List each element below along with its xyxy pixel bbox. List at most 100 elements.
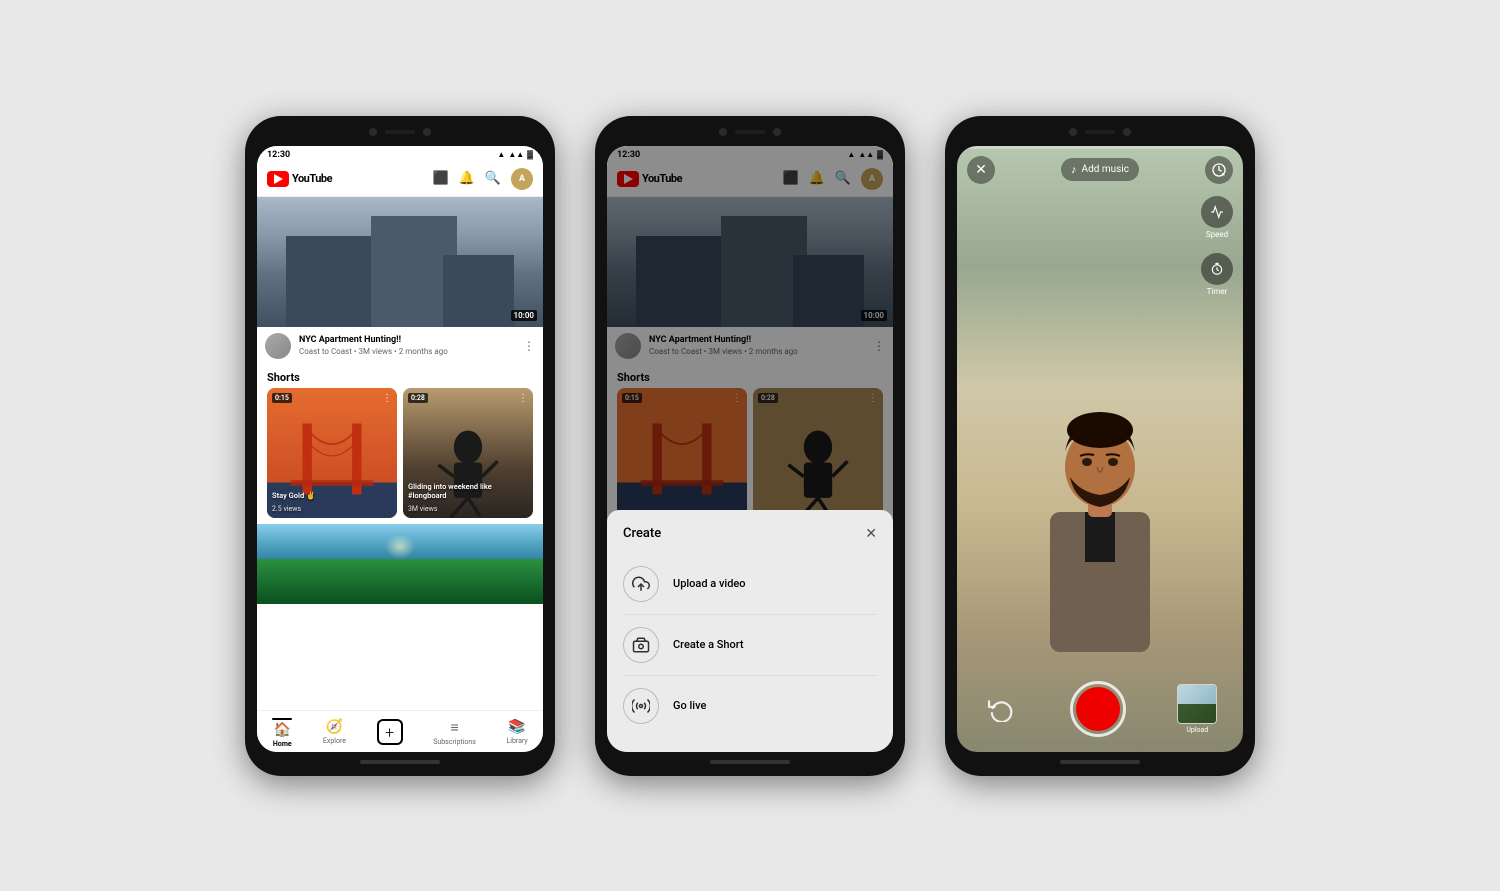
- status-bar-1: 12:30 ▲ ▲▲ ▓: [257, 146, 543, 162]
- create-short-item[interactable]: Create a Short: [623, 615, 877, 676]
- battery-icon-1: ▓: [527, 150, 533, 159]
- avatar-1[interactable]: A: [511, 168, 533, 190]
- phone-3: ✕ ♪ Add music Speed: [945, 116, 1255, 776]
- more-icon-1[interactable]: ⋮: [523, 339, 535, 353]
- go-live-item[interactable]: Go live: [623, 676, 877, 736]
- live-svg: [632, 697, 650, 715]
- camera-close-btn[interactable]: ✕: [967, 156, 995, 184]
- short-duration-1: 0:15: [272, 393, 292, 403]
- upload-video-label: Upload a video: [673, 577, 746, 590]
- shorts-header-1: Shorts: [257, 365, 543, 388]
- add-music-btn[interactable]: ♪ Add music: [1061, 158, 1139, 181]
- camera-dot-6: [1123, 128, 1131, 136]
- library-icon-1: 📚: [508, 719, 525, 735]
- explore-icon-1: 🧭: [326, 719, 343, 735]
- timer-control[interactable]: Timer: [1201, 253, 1233, 296]
- camera-dot: [369, 128, 377, 136]
- phone-1: 12:30 ▲ ▲▲ ▓ YouTube ⬛ 🔔 🔍 A: [245, 116, 555, 776]
- main-video-thumb-1[interactable]: 10:00: [257, 197, 543, 327]
- phone-notch-2: [607, 128, 893, 140]
- camera-bottom-bar: Upload: [957, 681, 1243, 737]
- go-live-label: Go live: [673, 699, 706, 712]
- gallery-top: [1178, 685, 1216, 704]
- home-indicator-2: [710, 760, 790, 764]
- camera-progress-bar: [957, 146, 1243, 149]
- camera-dot-2: [423, 128, 431, 136]
- camera-person: [957, 322, 1243, 672]
- gallery-upload-area: Upload: [1177, 684, 1217, 734]
- signal-icon-1: ▲▲: [508, 150, 524, 159]
- record-button[interactable]: [1070, 681, 1126, 737]
- short-views-2: 3M views: [408, 505, 437, 513]
- timer-icon: [1210, 262, 1224, 276]
- upload-icon: [623, 566, 659, 602]
- camera-top-bar: ✕ ♪ Add music: [957, 146, 1243, 194]
- channel-avatar-1: [265, 333, 291, 359]
- short-card-1[interactable]: 0:15 ⋮ Stay Gold ✌ 2.5 views: [267, 388, 397, 518]
- video-meta-1: Coast to Coast • 3M views • 2 months ago: [299, 347, 515, 356]
- building-scene-1: [257, 197, 543, 327]
- create-modal-overlay: Create ✕ Upload a video: [607, 146, 893, 752]
- short-title-1: Stay Gold ✌: [272, 491, 392, 500]
- phone-screen-2: 12:30 ▲ ▲▲ ▓ YouTube ⬛ 🔔 🔍 A: [607, 146, 893, 752]
- nav-plus-1[interactable]: +: [377, 719, 403, 745]
- create-short-label: Create a Short: [673, 638, 744, 651]
- camera-dot-4: [773, 128, 781, 136]
- subs-icon-1: ≡: [450, 719, 458, 736]
- speed-dial-btn[interactable]: [1205, 156, 1233, 184]
- plus-btn-1[interactable]: +: [377, 719, 403, 745]
- speed-ctrl-icon: [1201, 196, 1233, 228]
- video-text-1: NYC Apartment Hunting!! Coast to Coast •…: [299, 335, 515, 356]
- camera-screen: ✕ ♪ Add music Speed: [957, 146, 1243, 752]
- short-camera-icon: [623, 627, 659, 663]
- gallery-thumbnail[interactable]: [1177, 684, 1217, 724]
- flip-camera-btn[interactable]: [983, 691, 1019, 727]
- person-svg: [1000, 352, 1200, 672]
- music-note-icon: ♪: [1071, 163, 1077, 176]
- video-info-1: NYC Apartment Hunting!! Coast to Coast •…: [257, 327, 543, 365]
- phone-2: 12:30 ▲ ▲▲ ▓ YouTube ⬛ 🔔 🔍 A: [595, 116, 905, 776]
- timer-label: Timer: [1207, 287, 1228, 296]
- speedometer-icon: [1210, 205, 1224, 219]
- phone-notch-1: [257, 128, 543, 140]
- status-icons-1: ▲ ▲▲ ▓: [497, 150, 533, 159]
- short-title-2: Gliding into weekend like #longboard: [408, 482, 528, 500]
- phone-notch-3: [957, 128, 1243, 140]
- phone-screen-1: 12:30 ▲ ▲▲ ▓ YouTube ⬛ 🔔 🔍 A: [257, 146, 543, 752]
- modal-header: Create ✕: [623, 526, 877, 542]
- landscape-thumb-1[interactable]: [257, 524, 543, 604]
- phone-bottom-1: [257, 760, 543, 764]
- camera-dot-5: [1069, 128, 1077, 136]
- nav-library-1[interactable]: 📚 Library: [506, 719, 527, 745]
- upload-label: Upload: [1186, 726, 1208, 734]
- home-icon-1: 🏠: [274, 722, 291, 738]
- nav-subs-label-1: Subscriptions: [433, 738, 476, 746]
- short-more-2[interactable]: ⋮: [518, 393, 528, 404]
- nav-explore-label-1: Explore: [323, 737, 346, 745]
- cast-icon-1[interactable]: ⬛: [432, 171, 448, 186]
- shorts-row-1: 0:15 ⋮ Stay Gold ✌ 2.5 views: [257, 388, 543, 524]
- short-duration-2: 0:28: [408, 393, 428, 403]
- speed-control[interactable]: Speed: [1201, 196, 1233, 239]
- yt-logo-icon-1: [267, 171, 289, 187]
- bell-icon-1[interactable]: 🔔: [459, 171, 475, 186]
- nav-explore-1[interactable]: 🧭 Explore: [323, 719, 346, 745]
- short-views-1: 2.5 views: [272, 505, 301, 513]
- nav-subscriptions-1[interactable]: ≡ Subscriptions: [433, 719, 476, 746]
- modal-close-btn[interactable]: ✕: [865, 526, 877, 542]
- nav-home-1[interactable]: 🏠 Home: [272, 717, 292, 748]
- camera-area-3: [1069, 128, 1131, 136]
- camera-right-controls: Speed Timer: [1201, 196, 1233, 296]
- building-3: [443, 255, 515, 327]
- home-indicator-1: [360, 760, 440, 764]
- gallery-bottom: [1178, 704, 1216, 723]
- short-card-2[interactable]: 0:28 ⋮ Gliding into weekend like #longbo…: [403, 388, 533, 518]
- camera-dot-3: [719, 128, 727, 136]
- short-more-1[interactable]: ⋮: [382, 393, 392, 404]
- search-icon-1[interactable]: 🔍: [485, 171, 501, 186]
- record-inner: [1076, 687, 1120, 731]
- modal-title: Create: [623, 526, 661, 541]
- nav-library-label-1: Library: [506, 737, 527, 745]
- upload-video-item[interactable]: Upload a video: [623, 554, 877, 615]
- speaker-3: [1085, 130, 1115, 134]
